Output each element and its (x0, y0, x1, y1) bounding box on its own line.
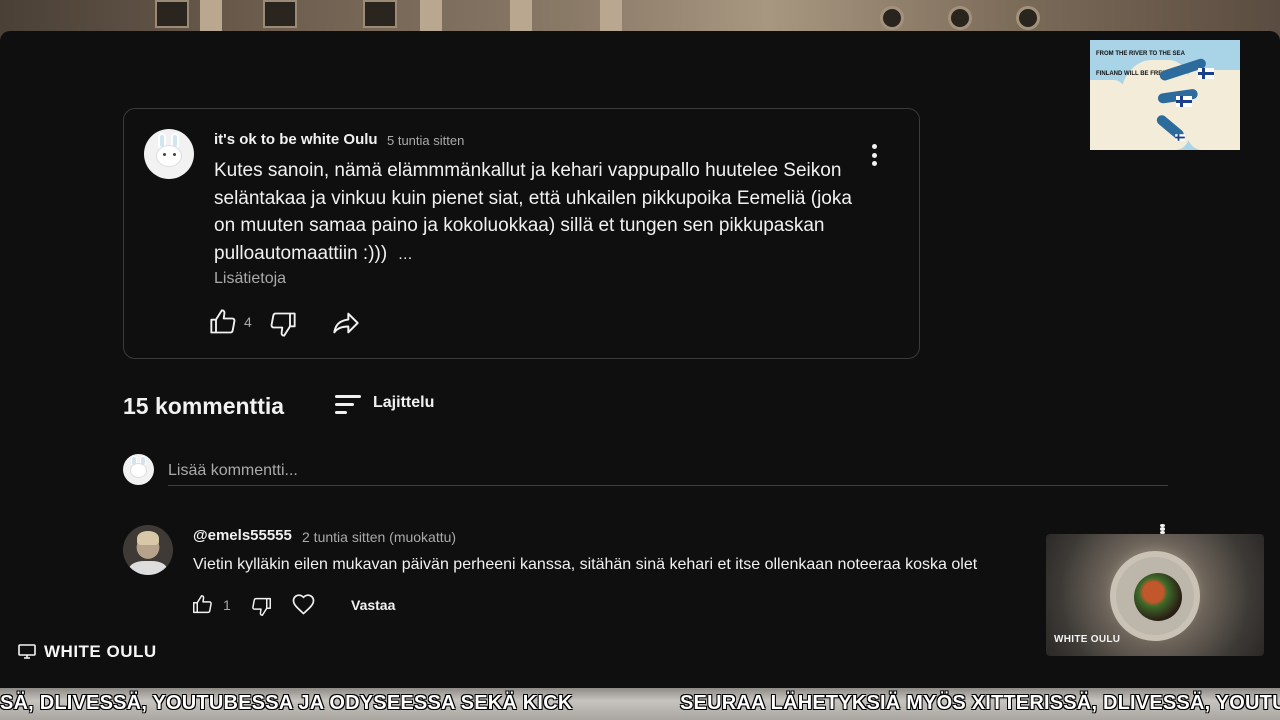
thumbs-down-icon[interactable] (269, 310, 297, 338)
comment-author[interactable]: @emels55555 (193, 527, 292, 544)
share-icon[interactable] (332, 309, 360, 337)
monitor-icon (18, 644, 36, 659)
highlighted-comment: it's ok to be white Oulu 5 tuntia sitten… (123, 108, 920, 359)
comment-ellipsis: … (397, 245, 413, 263)
webcam-label: WHITE OULU (1054, 634, 1121, 645)
commenter-avatar[interactable] (123, 525, 173, 575)
map-caption-bottom: FINLAND WILL BE FREE (1096, 71, 1167, 77)
heart-icon[interactable] (291, 593, 316, 617)
building-column (420, 0, 442, 32)
building-window (155, 0, 189, 28)
thumbs-up-icon[interactable] (192, 594, 213, 615)
webcam-overlay: WHITE OULU (1046, 534, 1264, 656)
streamer-name: WHITE OULU (44, 642, 157, 661)
comment-time[interactable]: 5 tuntia sitten (387, 133, 464, 148)
map-caption-top: FROM THE RIVER TO THE SEA (1096, 51, 1185, 57)
finland-flag-icon (1176, 96, 1192, 107)
read-more-link[interactable]: Lisätietoja (214, 270, 286, 288)
comment-text: Kutes sanoin, nämä elämmmänkallut ja keh… (214, 157, 854, 268)
finland-flag-icon (1198, 68, 1214, 79)
building-window (263, 0, 297, 28)
building-column (510, 0, 532, 32)
kebab-menu-icon[interactable] (1159, 524, 1165, 534)
sort-icon[interactable] (335, 394, 361, 414)
thumbs-up-icon[interactable] (209, 308, 237, 336)
like-count: 1 (223, 597, 231, 613)
current-user-avatar (123, 454, 154, 485)
author-avatar[interactable] (144, 129, 194, 179)
building-column (600, 0, 622, 32)
kebab-menu-icon[interactable] (871, 144, 877, 166)
news-ticker: SÄ, DLIVESSÄ, YOUTUBESSA JA ODYSEESSA SE… (0, 688, 1280, 720)
building-window (363, 0, 397, 28)
comment-author[interactable]: it's ok to be white Oulu (214, 131, 378, 148)
reply-button[interactable]: Vastaa (351, 597, 395, 613)
ticker-text-left: SÄ, DLIVESSÄ, YOUTUBESSA JA ODYSEESSA SE… (0, 692, 573, 714)
map-overlay-image: FROM THE RIVER TO THE SEA FINLAND WILL B… (1090, 40, 1240, 150)
add-comment-input[interactable] (168, 456, 1168, 486)
comment-time[interactable]: 2 tuntia sitten (muokattu) (302, 529, 456, 545)
plate-image (1110, 551, 1200, 641)
thumbs-down-icon[interactable] (251, 596, 272, 617)
comments-count: 15 kommenttia (123, 393, 285, 419)
ticker-text-right: SEURAA LÄHETYKSIÄ MYÖS XITTERISSÄ, DLIVE… (680, 692, 1280, 714)
building-round-window (1016, 6, 1040, 30)
like-count: 4 (244, 314, 252, 330)
building-round-window (948, 6, 972, 30)
sort-button[interactable]: Lajittelu (373, 394, 434, 412)
comment-body: Kutes sanoin, nämä elämmmänkallut ja keh… (214, 160, 852, 264)
finland-flag-icon (1175, 134, 1185, 141)
comment-text: Vietin kylläkin eilen mukavan päivän per… (193, 556, 978, 573)
building-column (200, 0, 222, 32)
building-round-window (880, 6, 904, 30)
stream-screen: it's ok to be white Oulu 5 tuntia sitten… (0, 0, 1280, 720)
